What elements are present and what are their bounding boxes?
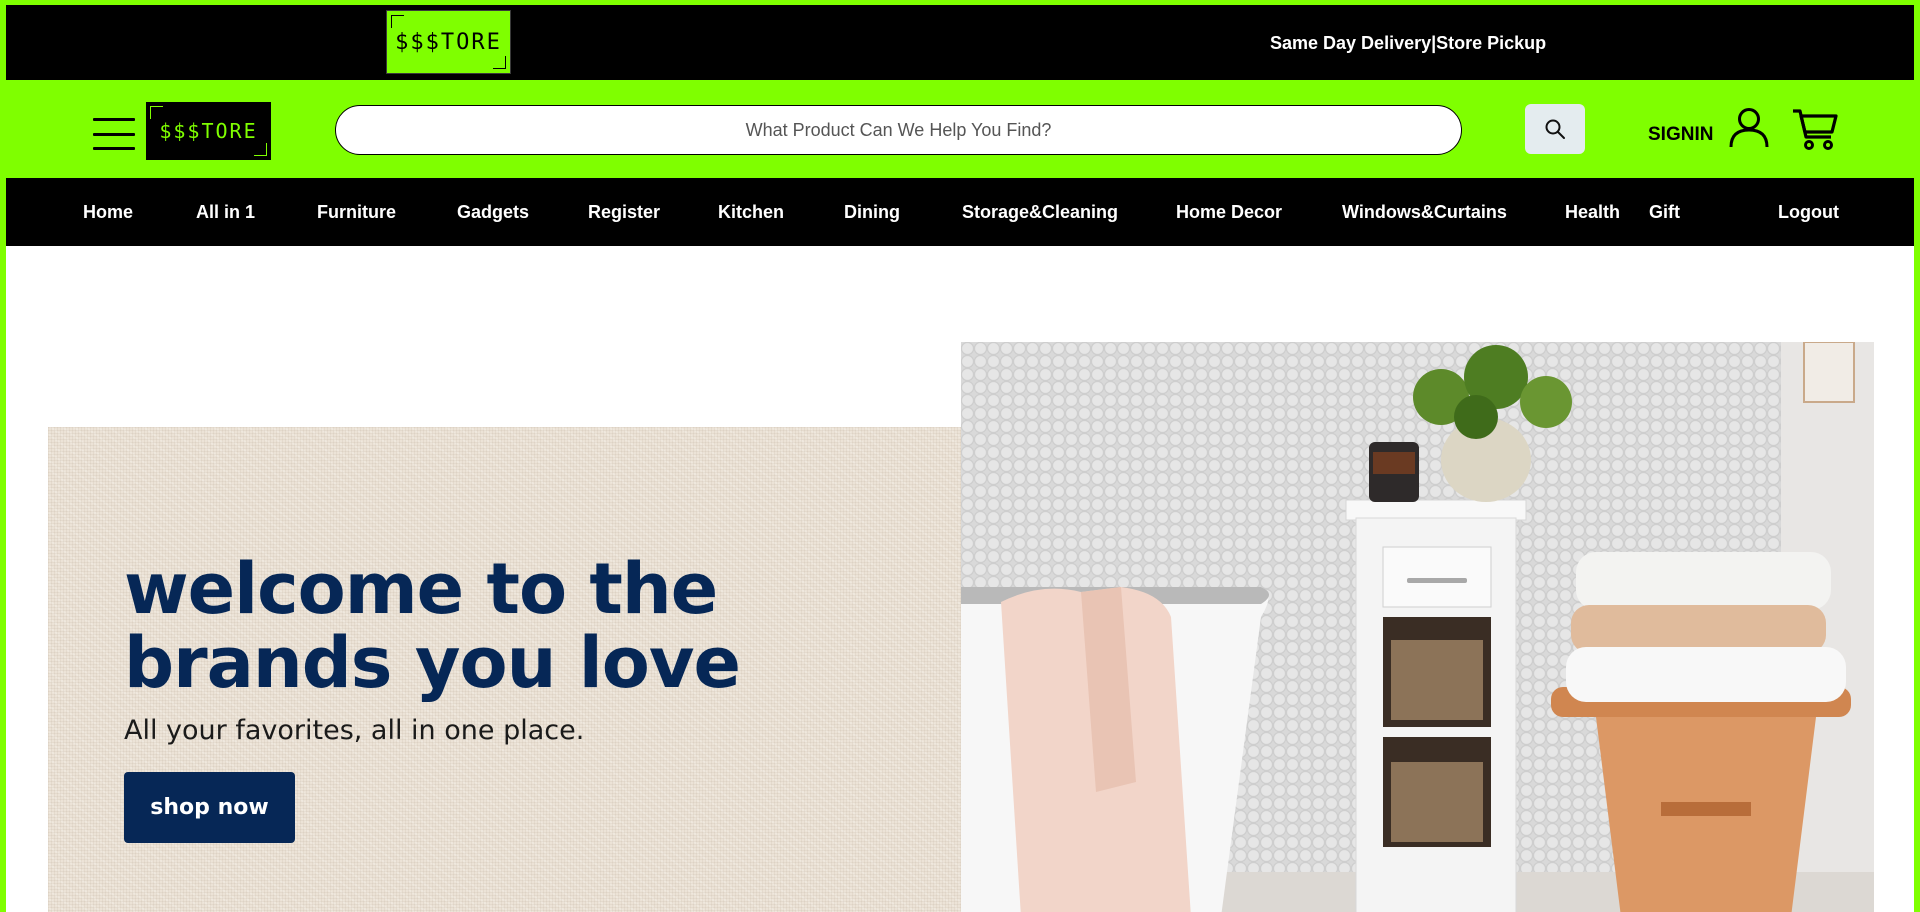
search-button[interactable] bbox=[1525, 104, 1585, 154]
top-logo-text: $$$TORE bbox=[395, 29, 502, 55]
nav-item-all-in-1[interactable]: All in 1 bbox=[196, 202, 255, 223]
header-logo[interactable]: $$$TORE bbox=[146, 102, 271, 160]
search-icon bbox=[1545, 119, 1565, 139]
page-frame: $$$TORE Same Day Delivery|Store Pickup $… bbox=[6, 5, 1914, 912]
shop-now-button[interactable]: shop now bbox=[124, 772, 295, 843]
header-logo-text: $$$TORE bbox=[159, 119, 258, 143]
header: $$$TORE SIGNIN bbox=[6, 80, 1914, 178]
nav-item-home[interactable]: Home bbox=[83, 202, 133, 223]
nav-item-kitchen[interactable]: Kitchen bbox=[718, 202, 784, 223]
nav-item-windows-curtains[interactable]: Windows&Curtains bbox=[1342, 202, 1507, 223]
bathroom-scene-image bbox=[961, 342, 1874, 912]
main-nav: Home All in 1 Furniture Gadgets Register… bbox=[6, 178, 1914, 246]
cart-icon[interactable] bbox=[1791, 107, 1839, 151]
nav-item-health[interactable]: Health bbox=[1565, 202, 1620, 223]
hamburger-icon[interactable] bbox=[93, 118, 135, 150]
delivery-info[interactable]: Same Day Delivery|Store Pickup bbox=[1270, 33, 1546, 54]
nav-item-register[interactable]: Register bbox=[588, 202, 660, 223]
top-logo[interactable]: $$$TORE bbox=[386, 10, 511, 74]
nav-item-home-decor[interactable]: Home Decor bbox=[1176, 202, 1282, 223]
hero-title: welcome to the brands you love bbox=[124, 548, 741, 704]
nav-item-gadgets[interactable]: Gadgets bbox=[457, 202, 529, 223]
nav-item-gift[interactable]: Gift bbox=[1649, 202, 1680, 223]
search-input[interactable] bbox=[335, 105, 1462, 155]
nav-item-logout[interactable]: Logout bbox=[1778, 202, 1839, 223]
hero-banner: welcome to the brands you love All your … bbox=[48, 427, 961, 912]
nav-item-dining[interactable]: Dining bbox=[844, 202, 900, 223]
nav-item-storage-cleaning[interactable]: Storage&Cleaning bbox=[962, 202, 1118, 223]
nav-item-furniture[interactable]: Furniture bbox=[317, 202, 396, 223]
hero-subtitle: All your favorites, all in one place. bbox=[124, 715, 585, 746]
signin-link[interactable]: SIGNIN bbox=[1648, 124, 1713, 146]
user-icon[interactable] bbox=[1728, 106, 1770, 148]
top-bar: $$$TORE Same Day Delivery|Store Pickup bbox=[6, 5, 1914, 80]
hero-image bbox=[961, 342, 1874, 912]
